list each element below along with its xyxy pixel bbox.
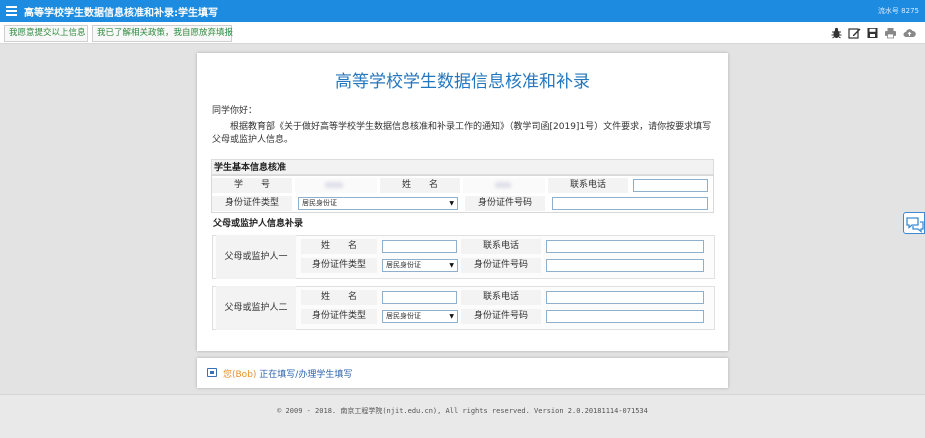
- edit-icon[interactable]: [848, 27, 861, 39]
- id-number-label: 身份证件号码: [465, 196, 545, 211]
- chat-icon[interactable]: [903, 212, 925, 234]
- phone-input[interactable]: [633, 179, 708, 192]
- guardian-2-phone-input[interactable]: [546, 291, 704, 304]
- guardian-2-id-number-label: 身份证件号码: [461, 309, 541, 324]
- menu-icon[interactable]: [0, 0, 22, 22]
- id-type-label: 身份证件类型: [212, 196, 292, 211]
- section-student-info: 学生基本信息核准: [211, 159, 714, 175]
- guardian-1-id-number-input[interactable]: [546, 259, 704, 272]
- guardian-1-phone-input[interactable]: [546, 240, 704, 253]
- guardian-1-id-number-label: 身份证件号码: [461, 258, 541, 273]
- current-task: 学生填写: [316, 370, 353, 380]
- phone-label: 联系电话: [548, 178, 628, 193]
- student-name-value: [463, 178, 545, 193]
- guardian-1-name-input[interactable]: [382, 240, 457, 253]
- guardian-1-name-label: 姓 名: [301, 239, 377, 254]
- notice-paragraph: 根据教育部《关于做好高等学校学生数据信息核准和补录工作的通知》（教学司函[201…: [212, 122, 712, 145]
- top-bar: 高等学校学生数据信息核准和补录:学生填写 流水号 8275: [0, 0, 925, 22]
- serial-number: 流水号 8275: [877, 7, 919, 15]
- save-icon[interactable]: [866, 27, 879, 39]
- copyright-text: © 2009 - 2018. 南京工程学院(njit.edu.cn), All …: [277, 407, 648, 415]
- section-guardian-info: 父母或监护人信息补录: [211, 216, 714, 232]
- guardian-2-id-number-input[interactable]: [546, 310, 704, 323]
- guardian-2-name-input[interactable]: [382, 291, 457, 304]
- guardian-2-name-label: 姓 名: [301, 290, 377, 305]
- bug-icon[interactable]: [830, 27, 843, 39]
- guardian-1-label: 父母或监护人一: [216, 235, 296, 279]
- status-card: 您(Bob) 正在填写/办理学生填写: [197, 358, 728, 388]
- print-icon[interactable]: [884, 27, 897, 39]
- guardian-2-id-type-label: 身份证件类型: [301, 309, 377, 324]
- guardian-1-id-type-select[interactable]: 居民身份证 ▼: [382, 259, 458, 272]
- greeting: 同学你好：: [212, 106, 258, 116]
- submit-info-button[interactable]: 我愿意提交以上信息: [4, 25, 88, 42]
- guardian-2-phone-label: 联系电话: [461, 290, 541, 305]
- user-card-icon: [207, 368, 217, 377]
- id-type-select[interactable]: 居民身份证 ▼: [298, 197, 458, 210]
- footer: © 2009 - 2018. 南京工程学院(njit.edu.cn), All …: [0, 394, 925, 438]
- guardian-2-label: 父母或监护人二: [216, 286, 296, 330]
- student-id-value: [295, 178, 377, 193]
- id-number-input[interactable]: [552, 197, 708, 210]
- guardian-1-phone-label: 联系电话: [461, 239, 541, 254]
- current-user: 您(Bob): [223, 370, 257, 380]
- page-title: 高等学校学生数据信息核准和补录: [335, 72, 590, 92]
- window-title: 高等学校学生数据信息核准和补录:学生填写: [24, 7, 218, 19]
- student-name-label: 姓 名: [380, 178, 460, 193]
- toolbar: 我愿意提交以上信息 我已了解相关政策，我自愿放弃填报: [0, 22, 925, 44]
- guardian-1-id-type-label: 身份证件类型: [301, 258, 377, 273]
- abandon-button[interactable]: 我已了解相关政策，我自愿放弃填报: [92, 25, 233, 42]
- cloud-icon[interactable]: [903, 27, 916, 39]
- student-id-label: 学 号: [212, 178, 292, 193]
- status-text: 您(Bob) 正在填写/办理学生填写: [223, 370, 353, 380]
- guardian-2-id-type-select[interactable]: 居民身份证 ▼: [382, 310, 458, 323]
- form-card: 高等学校学生数据信息核准和补录 同学你好： 根据教育部《关于做好高等学校学生数据…: [197, 53, 728, 351]
